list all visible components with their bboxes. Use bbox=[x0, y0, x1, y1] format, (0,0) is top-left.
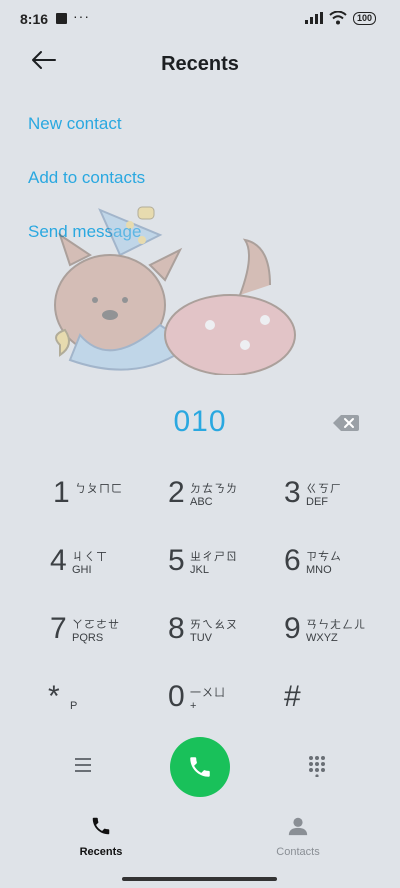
key-digit: * bbox=[48, 680, 60, 713]
tab-recents[interactable]: Recents bbox=[41, 815, 161, 858]
status-bar: 8:16 ··· 100 bbox=[0, 0, 400, 40]
person-icon bbox=[288, 817, 308, 836]
key-digit: 3 bbox=[284, 476, 301, 509]
key-letters: P bbox=[70, 700, 78, 712]
key-9[interactable]: 9 ㄢㄣㄤㄥㄦ WXYZ bbox=[284, 608, 394, 660]
key-digit: # bbox=[284, 680, 301, 713]
key-letters: GHI bbox=[72, 564, 92, 576]
key-digit: 5 bbox=[168, 544, 185, 577]
tab-contacts[interactable]: Contacts bbox=[238, 815, 358, 858]
key-digit: 7 bbox=[50, 612, 67, 645]
key-letters: JKL bbox=[190, 564, 209, 576]
key-8[interactable]: 8 ㄞㄟㄠㄡ TUV bbox=[168, 608, 278, 660]
signal-icon bbox=[304, 12, 323, 24]
key-star[interactable]: * P bbox=[48, 676, 158, 728]
page-title: Recents bbox=[161, 53, 239, 75]
phone-icon bbox=[92, 817, 110, 835]
backspace-icon bbox=[333, 415, 359, 431]
key-letters: WXYZ bbox=[306, 632, 338, 644]
new-contact-link[interactable]: New contact bbox=[28, 114, 122, 134]
key-bopomofo: ㄉㄊㄋㄌ bbox=[190, 483, 238, 495]
add-to-contacts-link[interactable]: Add to contacts bbox=[28, 168, 145, 188]
key-bopomofo: ㄗㄘㄙ bbox=[306, 551, 342, 563]
key-bopomofo: ㄍㄎㄏ bbox=[306, 483, 342, 495]
key-0[interactable]: 0 一ㄨㄩ + bbox=[168, 676, 278, 728]
keypad-toggle-button[interactable] bbox=[307, 755, 327, 778]
key-letters: DEF bbox=[306, 496, 328, 508]
menu-icon bbox=[75, 758, 91, 772]
key-digit: 4 bbox=[50, 544, 67, 577]
tab-label: Contacts bbox=[276, 846, 320, 858]
key-2[interactable]: 2 ㄉㄊㄋㄌ ABC bbox=[168, 472, 278, 524]
battery-indicator: 100 bbox=[352, 11, 376, 25]
header: Recents bbox=[0, 40, 400, 90]
key-bopomofo: ㄅㄆㄇㄈ bbox=[75, 483, 123, 495]
key-bopomofo: ㄢㄣㄤㄥㄦ bbox=[306, 619, 366, 631]
key-letters: MNO bbox=[306, 564, 332, 576]
key-digit: 6 bbox=[284, 544, 301, 577]
phone-icon bbox=[190, 757, 210, 777]
key-4[interactable]: 4 ㄐㄑㄒ GHI bbox=[50, 540, 160, 592]
key-bopomofo: ㄐㄑㄒ bbox=[72, 551, 108, 563]
key-digit: 2 bbox=[168, 476, 185, 509]
backspace-button[interactable] bbox=[332, 413, 360, 433]
notification-icon bbox=[56, 13, 67, 24]
key-6[interactable]: 6 ㄗㄘㄙ MNO bbox=[284, 540, 394, 592]
status-time: 8:16 bbox=[20, 11, 49, 27]
call-button[interactable] bbox=[170, 737, 230, 797]
tab-label: Recents bbox=[79, 846, 123, 858]
home-indicator[interactable] bbox=[122, 877, 277, 881]
key-digit: 9 bbox=[284, 612, 301, 645]
key-letters: PQRS bbox=[72, 632, 104, 644]
key-digit: 1 bbox=[53, 476, 70, 509]
wifi-icon bbox=[329, 11, 347, 25]
key-bopomofo: ㄞㄟㄠㄡ bbox=[190, 619, 238, 631]
status-icons: 100 bbox=[304, 11, 376, 25]
dialpad-icon bbox=[309, 756, 325, 778]
key-1[interactable]: 1 ㄅㄆㄇㄈ bbox=[53, 472, 163, 524]
key-letters: ABC bbox=[190, 496, 213, 508]
key-5[interactable]: 5 ㄓㄔㄕㄖ JKL bbox=[168, 540, 278, 592]
key-bopomofo: ㄓㄔㄕㄖ bbox=[190, 551, 238, 563]
key-digit: 0 bbox=[168, 680, 185, 713]
key-bopomofo: ㄚㄛㄜㄝ bbox=[72, 619, 120, 631]
key-hash[interactable]: # bbox=[284, 676, 394, 728]
menu-button[interactable] bbox=[73, 755, 93, 775]
key-7[interactable]: 7 ㄚㄛㄜㄝ PQRS bbox=[50, 608, 160, 660]
dog-wallpaper-illustration bbox=[54, 206, 296, 375]
key-bopomofo: 一ㄨㄩ bbox=[190, 687, 226, 699]
key-3[interactable]: 3 ㄍㄎㄏ DEF bbox=[284, 472, 394, 524]
key-letters: TUV bbox=[190, 632, 212, 644]
key-digit: 8 bbox=[168, 612, 185, 645]
key-letters: + bbox=[190, 700, 197, 712]
more-notifications-icon: ··· bbox=[73, 8, 90, 24]
